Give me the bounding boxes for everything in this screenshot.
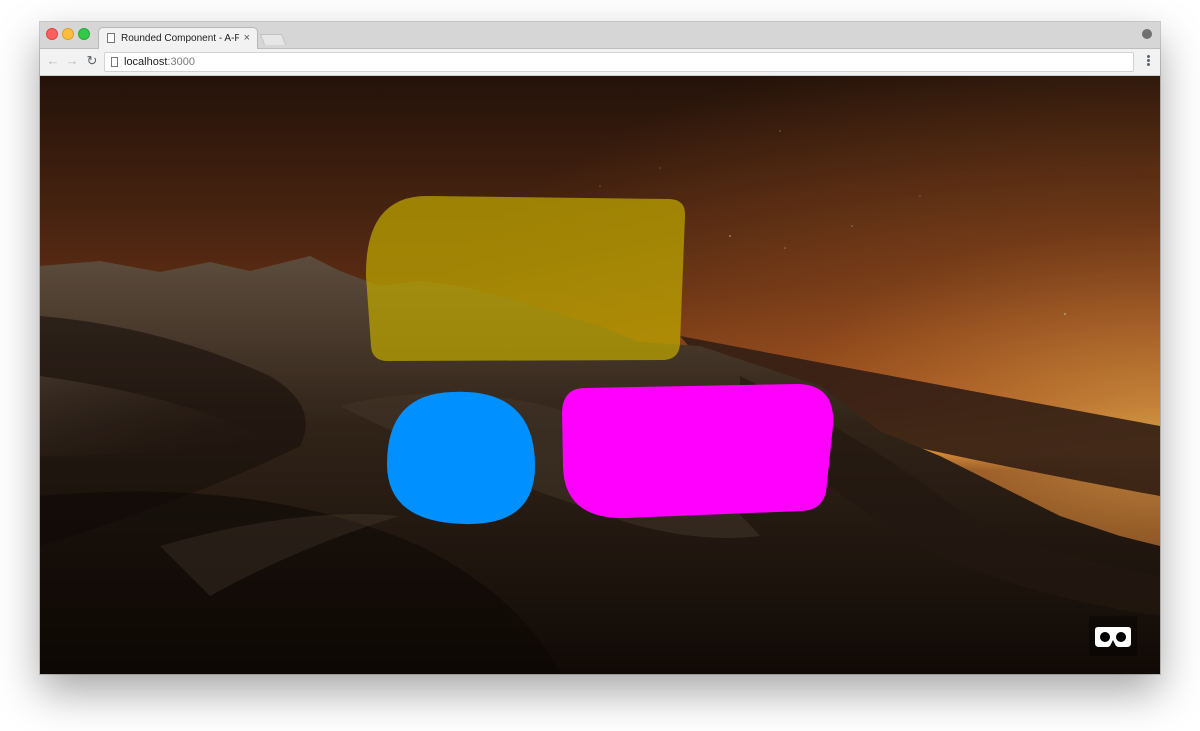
zoom-window-button[interactable]	[78, 28, 90, 40]
browser-window: Rounded Component - A-Frame × ← → ↻ loca…	[40, 22, 1160, 674]
aframe-scene[interactable]	[40, 76, 1160, 674]
tab-title: Rounded Component - A-Frame	[121, 33, 239, 44]
magenta-rounded-rect[interactable]	[562, 384, 834, 519]
browser-toolbar: ← → ↻ localhost:3000	[40, 49, 1160, 76]
page-icon	[111, 57, 118, 67]
browser-tab[interactable]: Rounded Component - A-Frame ×	[98, 27, 258, 50]
enter-vr-button[interactable]	[1089, 616, 1137, 656]
tab-close-icon[interactable]: ×	[244, 32, 250, 44]
minimize-window-button[interactable]	[62, 28, 74, 40]
back-arrow-icon[interactable]: ←	[46, 54, 60, 68]
reload-icon[interactable]: ↻	[85, 54, 99, 68]
new-tab-button[interactable]	[259, 34, 287, 45]
blue-rounded-square[interactable]	[387, 391, 535, 525]
document-icon	[107, 33, 115, 43]
url-text: localhost:3000	[124, 56, 195, 68]
url-host: localhost	[124, 56, 168, 68]
title-bar: Rounded Component - A-Frame ×	[40, 22, 1160, 50]
profile-icon[interactable]	[1142, 29, 1152, 39]
scene-dim	[40, 76, 1160, 674]
scene-canvas	[40, 76, 1160, 674]
forward-arrow-icon[interactable]: →	[65, 54, 79, 68]
menu-kebab-icon[interactable]	[1147, 55, 1150, 67]
address-bar[interactable]: localhost:3000	[104, 52, 1134, 72]
vr-goggles-icon	[1095, 627, 1131, 647]
yellow-rounded-rect[interactable]	[365, 195, 686, 361]
url-port: :3000	[167, 56, 195, 68]
close-window-button[interactable]	[46, 28, 58, 40]
